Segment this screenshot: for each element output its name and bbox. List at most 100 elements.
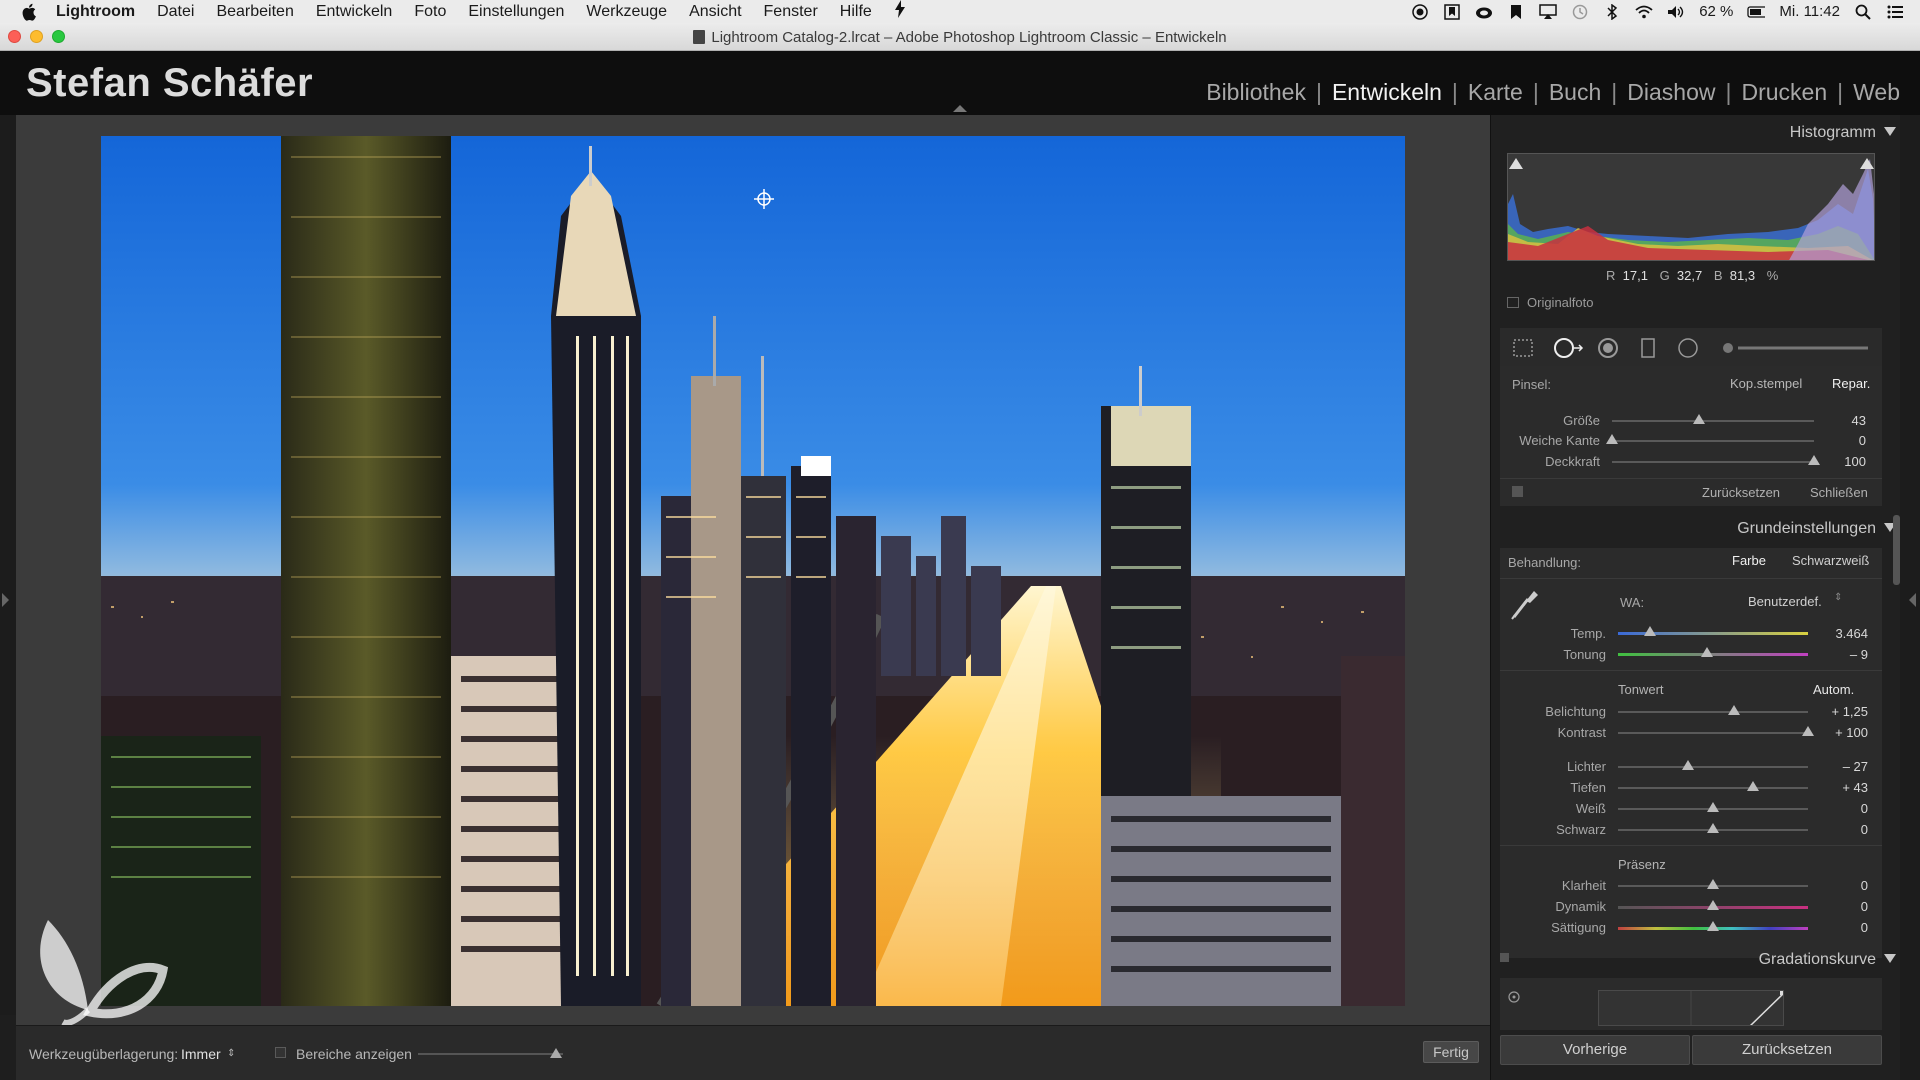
battery-icon[interactable] xyxy=(1747,4,1766,20)
brush-size-value[interactable]: 43 xyxy=(1816,413,1866,428)
menu-entwickeln[interactable]: Entwickeln xyxy=(316,3,392,21)
previous-settings-button[interactable]: Vorherige xyxy=(1500,1035,1690,1065)
collapse-right-panel-icon[interactable] xyxy=(1909,593,1916,607)
tone-slider-handle[interactable] xyxy=(1727,705,1740,715)
record-icon[interactable] xyxy=(1411,3,1429,20)
menu-ansicht[interactable]: Ansicht xyxy=(689,3,741,21)
menu-werkzeuge[interactable]: Werkzeuge xyxy=(586,3,667,21)
menu-einstellungen[interactable]: Einstellungen xyxy=(468,3,564,21)
menu-foto[interactable]: Foto xyxy=(414,3,446,21)
right-panel-scrollbar[interactable] xyxy=(1893,515,1900,585)
done-button[interactable]: Fertig xyxy=(1423,1041,1479,1063)
tone-curve-header[interactable]: Gradationskurve xyxy=(1759,951,1896,969)
tone-slider-handle[interactable] xyxy=(1707,802,1719,812)
brush-feather-slider[interactable] xyxy=(1612,440,1814,442)
presence-value[interactable]: 0 xyxy=(1818,878,1868,893)
spotlight-search-icon[interactable] xyxy=(1854,4,1872,20)
presence-value[interactable]: 0 xyxy=(1818,920,1868,935)
white-balance-select[interactable]: Benutzerdef. xyxy=(1748,594,1822,609)
presence-slider-handle[interactable] xyxy=(1707,879,1719,889)
spot-removal-tool-icon[interactable] xyxy=(1552,336,1586,360)
temp-value[interactable]: 3.464 xyxy=(1818,626,1868,641)
select-arrows-icon[interactable]: ⇕ xyxy=(227,1048,235,1059)
bluetooth-icon[interactable] xyxy=(1603,3,1621,20)
tone-slider-handle[interactable] xyxy=(1707,823,1719,833)
flag-icon[interactable] xyxy=(1507,4,1525,20)
battery-percent[interactable]: 62 % xyxy=(1699,3,1733,20)
tone-value[interactable]: – 27 xyxy=(1818,759,1868,774)
heal-mode-button[interactable]: Repar. xyxy=(1832,376,1870,391)
presence-slider-handle[interactable] xyxy=(1707,900,1719,910)
histogram-header[interactable]: Histogramm xyxy=(1790,124,1896,142)
temp-slider-handle[interactable] xyxy=(1644,626,1657,636)
histogram-graph[interactable] xyxy=(1507,153,1875,261)
presence-slider-handle[interactable] xyxy=(1707,921,1719,931)
time-machine-icon[interactable] xyxy=(1571,4,1589,20)
menu-bearbeiten[interactable]: Bearbeiten xyxy=(216,3,293,21)
treatment-color-button[interactable]: Farbe xyxy=(1732,553,1766,568)
volume-icon[interactable] xyxy=(1667,4,1685,20)
collapse-top-panel-icon[interactable] xyxy=(953,105,967,112)
overlay-opacity-slider[interactable] xyxy=(418,1053,563,1055)
module-entwickeln[interactable]: Entwickeln xyxy=(1322,79,1452,106)
left-panel-edge[interactable] xyxy=(0,115,16,1015)
tint-value[interactable]: – 9 xyxy=(1818,647,1868,662)
brush-close-button[interactable]: Schließen xyxy=(1810,485,1868,500)
select-arrows-icon[interactable]: ⇕ xyxy=(1834,592,1842,603)
panel-toggle-switch[interactable] xyxy=(1512,486,1523,497)
photo-preview[interactable] xyxy=(101,136,1405,1006)
tone-value[interactable]: 0 xyxy=(1818,801,1868,816)
menu-hilfe[interactable]: Hilfe xyxy=(840,3,872,21)
adjustment-brush-slider-icon[interactable] xyxy=(1718,336,1872,360)
menu-fenster[interactable]: Fenster xyxy=(764,3,818,21)
tone-curve-graph[interactable] xyxy=(1598,990,1784,1026)
tone-slider[interactable] xyxy=(1618,711,1808,713)
menu-lightroom[interactable]: Lightroom xyxy=(56,3,135,21)
tone-slider-handle[interactable] xyxy=(1746,781,1759,791)
right-panel-edge[interactable] xyxy=(1900,115,1920,1080)
bookmark-square-icon[interactable] xyxy=(1443,3,1461,20)
reset-settings-button[interactable]: Zurücksetzen xyxy=(1692,1035,1882,1065)
red-eye-tool-icon[interactable] xyxy=(1596,336,1620,360)
target-adjustment-icon[interactable] xyxy=(1508,990,1520,1003)
module-diashow[interactable]: Diashow xyxy=(1617,79,1725,106)
airplay-icon[interactable] xyxy=(1539,3,1557,20)
expand-left-panel-icon[interactable] xyxy=(2,593,9,607)
tone-slider[interactable] xyxy=(1618,732,1808,734)
radial-filter-tool-icon[interactable] xyxy=(1676,336,1700,360)
graduated-filter-tool-icon[interactable] xyxy=(1636,336,1660,360)
tone-slider[interactable] xyxy=(1618,787,1808,789)
treatment-bw-button[interactable]: Schwarzweiß xyxy=(1792,553,1869,568)
brush-size-slider[interactable] xyxy=(1612,420,1814,422)
tone-curve-toggle-switch[interactable] xyxy=(1500,953,1509,962)
brush-reset-button[interactable]: Zurücksetzen xyxy=(1702,485,1780,500)
auto-tone-button[interactable]: Autom. xyxy=(1813,682,1854,697)
menubar-clock[interactable]: Mi. 11:42 xyxy=(1779,3,1840,20)
module-bibliothek[interactable]: Bibliothek xyxy=(1196,79,1316,106)
brush-feather-slider-handle[interactable] xyxy=(1606,434,1618,444)
creative-cloud-icon[interactable] xyxy=(1475,4,1493,20)
module-buch[interactable]: Buch xyxy=(1539,79,1611,106)
apple-menu-icon[interactable] xyxy=(20,2,40,22)
module-karte[interactable]: Karte xyxy=(1458,79,1533,106)
brush-size-slider-handle[interactable] xyxy=(1692,414,1705,424)
tone-value[interactable]: + 43 xyxy=(1818,780,1868,795)
tone-value[interactable]: + 100 xyxy=(1818,725,1868,740)
menu-datei[interactable]: Datei xyxy=(157,3,194,21)
clone-mode-button[interactable]: Kop.stempel xyxy=(1730,376,1802,391)
tone-slider-handle[interactable] xyxy=(1682,760,1695,770)
module-web[interactable]: Web xyxy=(1843,79,1910,106)
original-photo-toggle[interactable]: Originalfoto xyxy=(1507,295,1593,310)
tool-overlay-select[interactable]: Immer xyxy=(181,1046,221,1062)
brush-opacity-slider[interactable] xyxy=(1612,461,1814,463)
brush-opacity-value[interactable]: 100 xyxy=(1816,454,1866,469)
module-drucken[interactable]: Drucken xyxy=(1731,79,1837,106)
original-photo-checkbox[interactable] xyxy=(1507,297,1519,308)
tone-value[interactable]: + 1,25 xyxy=(1818,704,1868,719)
crop-tool-icon[interactable] xyxy=(1511,336,1535,360)
overlay-opacity-slider-handle[interactable] xyxy=(550,1048,562,1058)
shadow-clipping-indicator[interactable] xyxy=(1509,158,1523,169)
brush-feather-value[interactable]: 0 xyxy=(1816,433,1866,448)
wifi-icon[interactable] xyxy=(1635,4,1653,20)
tint-slider-handle[interactable] xyxy=(1701,647,1714,657)
